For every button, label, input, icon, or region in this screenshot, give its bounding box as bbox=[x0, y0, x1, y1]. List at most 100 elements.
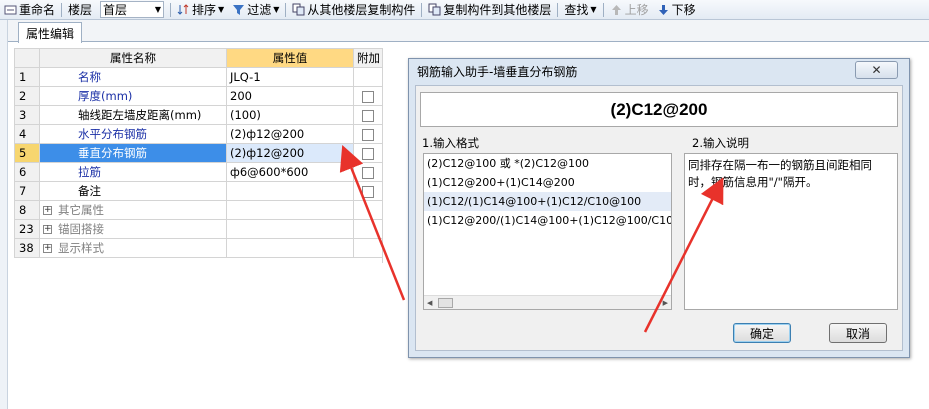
property-name: 拉筋 bbox=[39, 162, 227, 182]
property-value[interactable]: (100) bbox=[226, 105, 354, 125]
property-group[interactable]: + 锚固搭接 bbox=[39, 219, 227, 239]
property-group[interactable]: + 显示样式 bbox=[39, 238, 227, 258]
extra-cell bbox=[353, 200, 383, 220]
extra-cell bbox=[353, 105, 383, 125]
floor-select[interactable]: 首层 ▼ bbox=[100, 1, 165, 18]
filter-button[interactable]: 过滤 ▼ bbox=[228, 0, 283, 20]
toolbar-divider bbox=[61, 2, 63, 17]
cancel-button[interactable]: 取消 bbox=[829, 323, 887, 343]
property-name-header[interactable]: 属性名称 bbox=[39, 48, 227, 68]
extra-checkbox[interactable] bbox=[362, 109, 374, 122]
scroll-left-icon[interactable]: ◀ bbox=[427, 299, 432, 307]
extra-cell bbox=[353, 162, 383, 182]
table-row[interactable]: 2 厚度(mm) 200 bbox=[14, 86, 383, 106]
list-item[interactable]: (1)C12@200/(1)C14@100+(1)C12@100/C10@200 bbox=[424, 211, 671, 230]
copy-icon bbox=[428, 3, 441, 16]
sort-icon bbox=[177, 3, 190, 16]
property-group[interactable]: + 其它属性 bbox=[39, 200, 227, 220]
row-number: 3 bbox=[14, 105, 40, 125]
row-number: 2 bbox=[14, 86, 40, 106]
ok-button[interactable]: 确定 bbox=[733, 323, 791, 343]
dialog-body: (2)C12@200 1.输入格式 2.输入说明 (2)C12@100 或 *(… bbox=[415, 85, 903, 351]
arrow-down-icon bbox=[657, 3, 670, 16]
toolbar-divider bbox=[557, 2, 559, 17]
copy-from-other-floor-button[interactable]: 从其他楼层复制构件 bbox=[288, 0, 419, 20]
rename-button[interactable]: 重命名 bbox=[0, 0, 59, 20]
extra-cell bbox=[353, 143, 383, 163]
row-number: 7 bbox=[14, 181, 40, 201]
floor-label: 楼层 bbox=[68, 3, 93, 17]
format-list[interactable]: (2)C12@100 或 *(2)C12@100 (1)C12@200+(1)C… bbox=[423, 153, 672, 310]
expand-icon[interactable]: + bbox=[43, 244, 52, 253]
table-row-group[interactable]: 38 + 显示样式 bbox=[14, 238, 383, 258]
format-section-label: 1.输入格式 bbox=[422, 136, 479, 150]
list-item-selected[interactable]: (1)C12/(1)C14@100+(1)C12/C10@100 bbox=[424, 192, 671, 211]
row-number: 23 bbox=[14, 219, 40, 239]
close-icon: ✕ bbox=[871, 63, 882, 77]
arrow-up-icon bbox=[610, 3, 623, 16]
property-value[interactable]: (2)ф12@200 bbox=[226, 143, 354, 163]
extra-checkbox[interactable] bbox=[362, 147, 374, 160]
copy-icon bbox=[292, 3, 305, 16]
row-number: 38 bbox=[14, 238, 40, 258]
row-number: 6 bbox=[14, 162, 40, 182]
table-row-group[interactable]: 23 + 锚固搭接 bbox=[14, 219, 383, 239]
expand-icon[interactable]: + bbox=[43, 206, 52, 215]
table-row[interactable]: 7 备注 bbox=[14, 181, 383, 201]
extra-cell bbox=[353, 181, 383, 201]
horizontal-scrollbar[interactable]: ◀ ▶ bbox=[424, 295, 671, 309]
extra-checkbox[interactable] bbox=[362, 185, 374, 198]
toolbar-divider bbox=[421, 2, 423, 17]
find-button[interactable]: 查找 ▼ bbox=[560, 0, 600, 20]
expand-icon[interactable]: + bbox=[43, 225, 52, 234]
filter-icon bbox=[232, 3, 245, 16]
property-value[interactable] bbox=[226, 181, 354, 201]
property-value bbox=[226, 200, 354, 220]
chevron-down-icon: ▼ bbox=[218, 5, 225, 14]
chevron-down-icon: ▼ bbox=[273, 5, 280, 14]
list-item[interactable]: (2)C12@100 或 *(2)C12@100 bbox=[424, 154, 671, 173]
description-box: 同排存在隔一布一的钢筋且间距相同时，钢筋信息用"/"隔开。 bbox=[684, 153, 898, 310]
list-item[interactable]: (1)C12@200+(1)C14@200 bbox=[424, 173, 671, 192]
property-value[interactable]: ф6@600*600 bbox=[226, 162, 354, 182]
extra-cell bbox=[353, 124, 383, 144]
table-row[interactable]: 3 轴线距左墙皮距离(mm) (100) bbox=[14, 105, 383, 125]
row-number: 8 bbox=[14, 200, 40, 220]
property-grid: 属性名称 属性值 附加 1 名称 JLQ-1 2 厚度(mm) 200 3 轴线… bbox=[14, 48, 383, 258]
property-value[interactable]: 200 bbox=[226, 86, 354, 106]
table-row[interactable]: 4 水平分布钢筋 (2)ф12@200 bbox=[14, 124, 383, 144]
close-button[interactable]: ✕ bbox=[855, 61, 898, 79]
move-up-button[interactable]: 上移 bbox=[606, 0, 653, 20]
grid-header-row: 属性名称 属性值 附加 bbox=[14, 48, 383, 68]
property-value bbox=[226, 219, 354, 239]
toolbar-divider bbox=[602, 2, 604, 17]
row-number: 4 bbox=[14, 124, 40, 144]
move-down-button[interactable]: 下移 bbox=[653, 0, 700, 20]
chevron-down-icon: ▼ bbox=[590, 5, 597, 14]
table-row[interactable]: 6 拉筋 ф6@600*600 bbox=[14, 162, 383, 182]
table-row-selected[interactable]: 5 垂直分布钢筋 (2)ф12@200 bbox=[14, 143, 383, 163]
table-row[interactable]: 1 名称 JLQ-1 bbox=[14, 67, 383, 87]
property-name: 垂直分布钢筋 bbox=[39, 143, 227, 163]
extra-cell bbox=[353, 238, 383, 258]
tab-property-edit[interactable]: 属性编辑 bbox=[18, 22, 82, 43]
sort-button[interactable]: 排序 ▼ bbox=[173, 0, 228, 20]
property-name: 名称 bbox=[39, 67, 227, 87]
copy-to-other-floor-button[interactable]: 复制构件到其他楼层 bbox=[424, 0, 555, 20]
property-name: 厚度(mm) bbox=[39, 86, 227, 106]
property-value[interactable]: (2)ф12@200 bbox=[226, 124, 354, 144]
toolbar-divider bbox=[170, 2, 172, 17]
chevron-down-icon: ▼ bbox=[154, 5, 162, 14]
property-value-header[interactable]: 属性值 bbox=[226, 48, 354, 68]
property-value[interactable]: JLQ-1 bbox=[226, 67, 354, 87]
extra-checkbox[interactable] bbox=[362, 166, 374, 179]
extra-checkbox[interactable] bbox=[362, 128, 374, 141]
scroll-thumb[interactable] bbox=[438, 298, 453, 308]
scroll-right-icon[interactable]: ▶ bbox=[663, 299, 668, 307]
extra-checkbox[interactable] bbox=[362, 90, 374, 103]
table-row-group[interactable]: 8 + 其它属性 bbox=[14, 200, 383, 220]
rename-icon bbox=[4, 3, 17, 16]
extra-header[interactable]: 附加 bbox=[353, 48, 383, 68]
property-name: 水平分布钢筋 bbox=[39, 124, 227, 144]
current-rebar-value: (2)C12@200 bbox=[420, 92, 898, 127]
